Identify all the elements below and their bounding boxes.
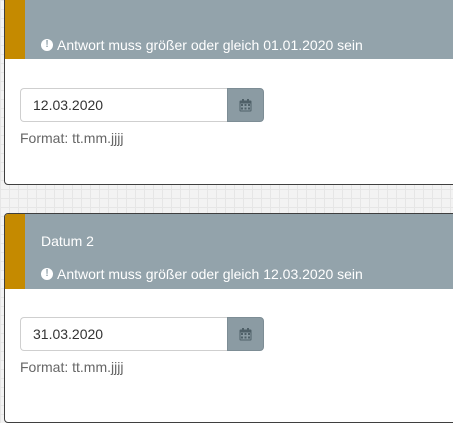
date-picker (20, 88, 264, 122)
calendar-icon (239, 327, 252, 340)
date-input[interactable] (20, 317, 227, 351)
validation-error-text: Antwort muss größer oder gleich 12.03.20… (57, 266, 363, 282)
validation-error-text: Antwort muss größer oder gleich 01.01.20… (57, 37, 363, 53)
question-card-2: Datum 2 ! Antwort muss größer oder gleic… (4, 213, 453, 423)
accent-bar (5, 214, 25, 289)
calendar-button[interactable] (227, 88, 264, 122)
question-title: Datum 2 (41, 233, 94, 249)
date-picker (20, 317, 264, 351)
question-card-1: ! Antwort muss größer oder gleich 01.01.… (4, 0, 453, 185)
format-hint: Format: tt.mm.jjjj (20, 130, 124, 146)
format-hint: Format: tt.mm.jjjj (20, 359, 124, 375)
accent-bar (5, 0, 25, 59)
validation-error: ! Antwort muss größer oder gleich 12.03.… (41, 265, 363, 283)
calendar-button[interactable] (227, 317, 264, 351)
exclamation-circle-icon: ! (41, 39, 53, 51)
question-header: ! Antwort muss größer oder gleich 01.01.… (5, 0, 453, 59)
validation-error: ! Antwort muss größer oder gleich 01.01.… (41, 36, 363, 54)
calendar-icon (239, 98, 252, 111)
exclamation-circle-icon: ! (41, 268, 53, 280)
question-header: Datum 2 ! Antwort muss größer oder gleic… (5, 214, 453, 289)
date-input[interactable] (20, 88, 227, 122)
